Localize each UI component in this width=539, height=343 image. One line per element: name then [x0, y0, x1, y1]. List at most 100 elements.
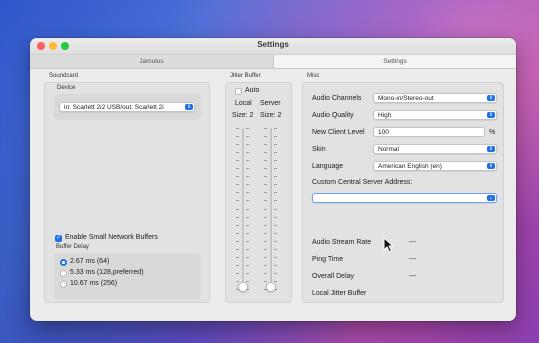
slider-tick	[264, 128, 267, 129]
tab-bar: Jamulus Settings	[30, 55, 516, 69]
slider-tick	[246, 192, 249, 193]
enable-small-buffers-checkbox[interactable]: ✓	[55, 235, 62, 242]
slider-tick	[274, 257, 277, 258]
misc-group: Audio Channels Mono-in/Stereo-out ⇕ Audi…	[302, 82, 504, 303]
slider-tick	[274, 273, 277, 274]
slider-tick	[246, 152, 249, 153]
new-client-level-value: 100	[378, 129, 389, 136]
auto-checkbox[interactable]	[235, 88, 242, 95]
new-client-level-input[interactable]: 100	[373, 127, 485, 137]
local-jitter-slider-track[interactable]	[242, 128, 244, 290]
jitter-group: Auto Local Server Size: 2 Size: 2	[225, 82, 292, 303]
title-bar[interactable]: Settings	[30, 38, 516, 55]
tab-settings[interactable]: Settings	[274, 55, 516, 69]
slider-tick	[246, 233, 249, 234]
language-select[interactable]: American English (en) ⇕	[373, 161, 497, 171]
slider-tick	[274, 192, 277, 193]
buffer-delay-box: 2.67 ms (64) 5.33 ms (128,preferred) 10.…	[54, 253, 201, 299]
slider-tick	[264, 200, 267, 201]
slider-tick	[246, 281, 249, 282]
buffer-option-label-128: 5.33 ms (128,preferred)	[70, 269, 144, 276]
slider-tick	[274, 241, 277, 242]
chevron-updown-icon: ⇕	[487, 112, 495, 118]
server-jitter-slider-knob[interactable]	[266, 282, 276, 292]
window-title: Settings	[257, 40, 289, 49]
chevron-updown-icon: ⇕	[487, 95, 495, 101]
audio-channels-select[interactable]: Mono-in/Stereo-out ⇕	[373, 93, 497, 103]
slider-tick	[236, 265, 239, 266]
slider-tick	[274, 144, 277, 145]
buffer-option-radio-64[interactable]	[60, 259, 67, 266]
buffer-option-label-256: 10.67 ms (256)	[70, 280, 118, 287]
slider-tick	[274, 225, 277, 226]
slider-tick	[236, 241, 239, 242]
language-label: Language	[312, 163, 344, 170]
slider-tick	[264, 281, 267, 282]
slider-tick	[246, 249, 249, 250]
slider-tick	[274, 281, 277, 282]
slider-tick	[274, 209, 277, 210]
slider-tick	[236, 184, 239, 185]
audio-channels-value: Mono-in/Stereo-out	[378, 95, 434, 102]
slider-tick	[236, 152, 239, 153]
slider-tick	[246, 136, 249, 137]
skin-select[interactable]: Normal ⇕	[373, 144, 497, 154]
slider-tick	[236, 225, 239, 226]
custom-server-label: Custom Central Server Address:	[312, 179, 413, 186]
checkmark-icon: ✓	[55, 235, 62, 241]
local-jitter-buffer-label: Local Jitter Buffer	[312, 290, 367, 297]
buffer-option-radio-128[interactable]	[60, 270, 67, 277]
slider-tick	[246, 209, 249, 210]
auto-label: Auto	[245, 87, 260, 94]
slider-tick	[246, 217, 249, 218]
slider-tick	[236, 273, 239, 274]
slider-tick	[264, 273, 267, 274]
slider-tick	[274, 233, 277, 234]
slider-tick	[274, 217, 277, 218]
local-jitter-slider-knob[interactable]	[238, 282, 248, 292]
slider-tick	[236, 257, 239, 258]
chevron-updown-icon: ⇕	[487, 146, 495, 152]
slider-tick	[246, 241, 249, 242]
slider-tick	[236, 209, 239, 210]
slider-tick	[236, 160, 239, 161]
device-select[interactable]: in: Scarlett 2i2 USB/out: Scarlett 2i ⇕	[59, 102, 195, 112]
slider-tick	[236, 176, 239, 177]
slider-tick	[236, 192, 239, 193]
buffer-delay-label: Buffer Delay	[56, 244, 89, 250]
chevron-updown-icon: ⇕	[487, 163, 495, 169]
slider-tick	[264, 160, 267, 161]
device-select-value: in: Scarlett 2i2 USB/out: Scarlett 2i	[64, 104, 164, 111]
slider-tick	[246, 176, 249, 177]
slider-tick	[264, 144, 267, 145]
tab-jamulus[interactable]: Jamulus	[30, 55, 274, 69]
device-box: in: Scarlett 2i2 USB/out: Scarlett 2i ⇕	[54, 94, 201, 120]
new-client-level-unit: %	[489, 129, 496, 136]
stream-rate-label: Audio Stream Rate	[312, 239, 372, 246]
slider-tick	[236, 168, 239, 169]
slider-tick	[246, 273, 249, 274]
slider-tick	[236, 217, 239, 218]
mouse-pointer-icon	[383, 237, 395, 253]
buffer-option-radio-256[interactable]	[60, 281, 67, 288]
slider-tick	[236, 249, 239, 250]
audio-quality-select[interactable]: High ⇕	[373, 110, 497, 120]
local-label: Local	[235, 100, 252, 107]
language-value: American English (en)	[378, 163, 442, 170]
custom-server-combobox[interactable]: ⌄	[312, 193, 497, 203]
stream-rate-value: ---	[409, 239, 416, 246]
chevron-updown-icon: ⇕	[185, 104, 193, 110]
skin-label: Skin	[312, 146, 326, 153]
slider-tick	[236, 144, 239, 145]
new-client-level-label: New Client Level	[312, 129, 365, 136]
slider-tick	[264, 257, 267, 258]
slider-tick	[264, 217, 267, 218]
slider-tick	[264, 168, 267, 169]
server-jitter-slider-track[interactable]	[270, 128, 272, 290]
ping-label: Ping Time	[312, 256, 344, 263]
local-size-label: Size: 2	[232, 112, 254, 119]
slider-tick	[246, 257, 249, 258]
skin-value: Normal	[378, 146, 399, 153]
slider-tick	[246, 144, 249, 145]
slider-tick	[274, 249, 277, 250]
